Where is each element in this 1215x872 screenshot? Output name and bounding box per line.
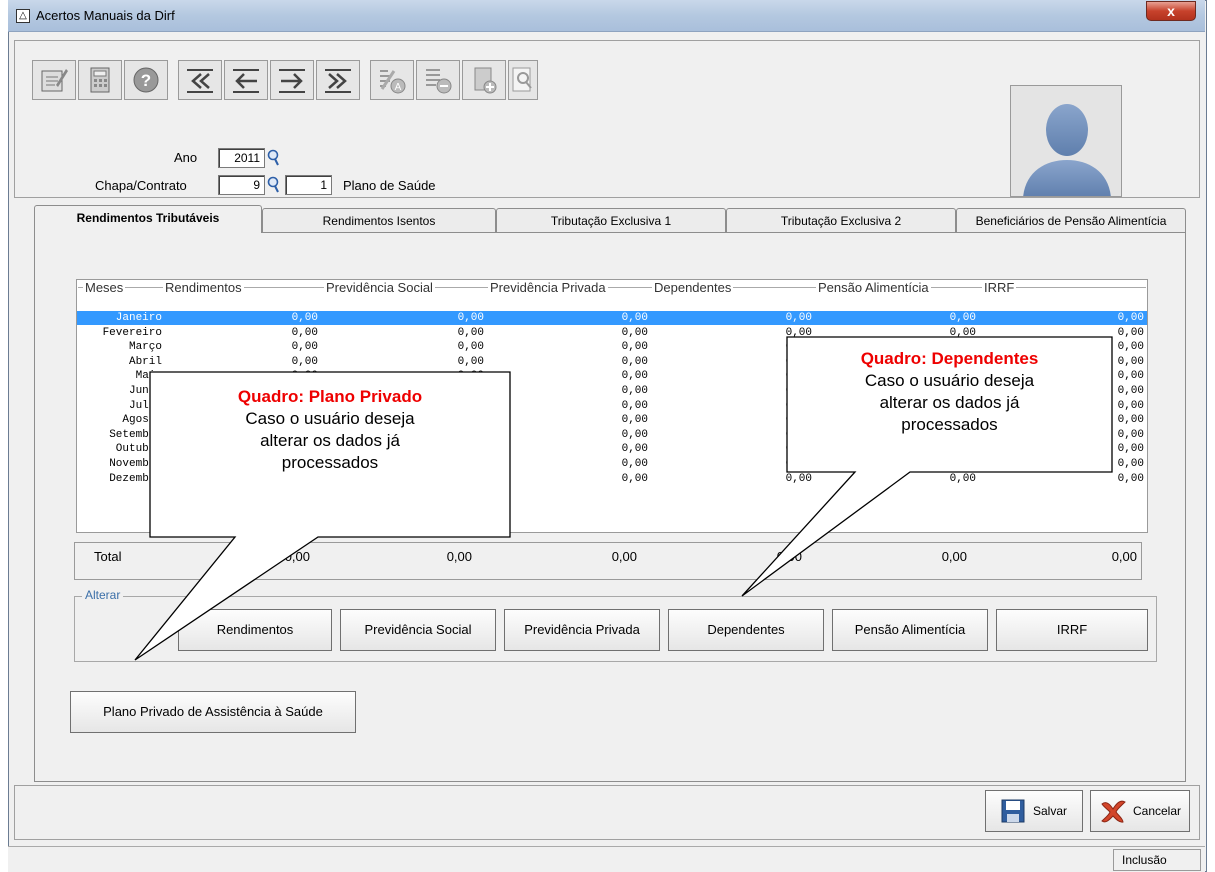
callout-privado-line: alterar os dados já: [260, 431, 400, 450]
callout-dependentes-line: Caso o usuário deseja: [864, 371, 1035, 390]
callout-dependentes-title: Quadro: Dependentes: [860, 349, 1039, 368]
callout-privado-title: Quadro: Plano Privado: [237, 387, 423, 406]
callout-dependentes-line: processados: [901, 415, 998, 434]
callout-plano-privado: Quadro: Plano Privado Caso o usuário des…: [150, 386, 510, 474]
callout-privado-line: processados: [281, 453, 379, 472]
callout-dependentes: Quadro: Dependentes Caso o usuário desej…: [787, 348, 1112, 436]
callout-privado-line: Caso o usuário deseja: [245, 409, 415, 428]
callout-dependentes-line: alterar os dados já: [879, 393, 1020, 412]
